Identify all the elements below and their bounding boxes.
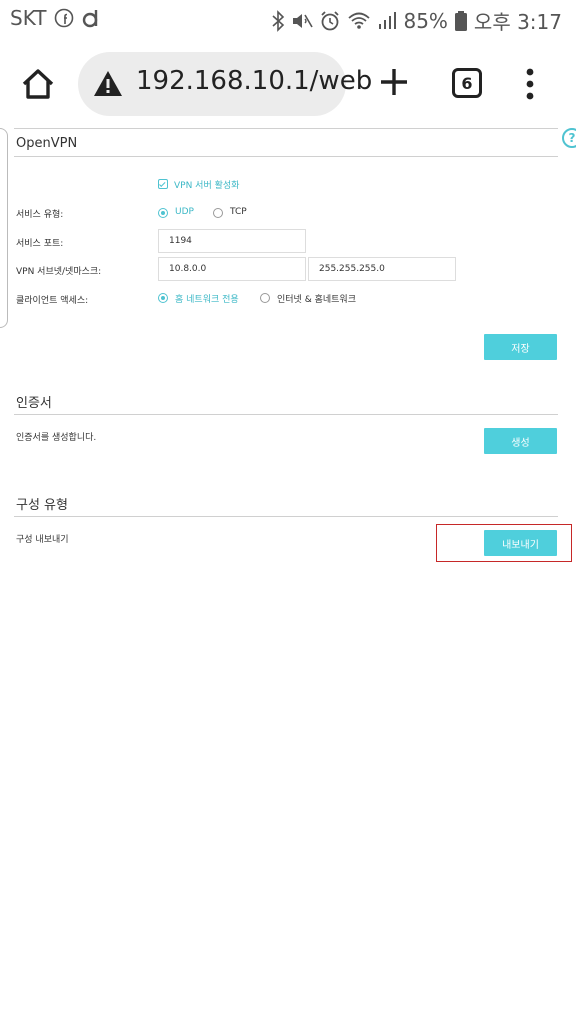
certificate-description: 인증서를 생성합니다.	[16, 433, 97, 443]
status-bar: SKT 85% 오후 3:17	[0, 0, 576, 40]
netmask-input[interactable]: 255.255.255.0	[308, 257, 456, 281]
wifi-icon	[347, 11, 371, 31]
vpn-enable-checkbox[interactable]	[158, 179, 168, 189]
check-icon	[159, 180, 166, 187]
radio-internet-home[interactable]	[260, 293, 270, 303]
page-content: ? OpenVPN VPN 서버 활성화 서비스 유형: UDP TCP 서비스…	[0, 124, 576, 1024]
radio-internet-home-label: 인터넷 & 홈네트워크	[277, 295, 356, 305]
radio-tcp-label: TCP	[230, 207, 247, 217]
warning-icon	[94, 71, 122, 96]
section-title-certificate: 인증서	[16, 396, 52, 411]
radio-tcp[interactable]	[213, 208, 223, 218]
plus-icon	[381, 69, 407, 95]
generate-button[interactable]: 생성	[484, 428, 557, 454]
save-button[interactable]: 저장	[484, 334, 557, 360]
vpn-enable-label: VPN 서버 활성화	[174, 181, 240, 191]
home-button[interactable]	[18, 64, 58, 104]
radio-udp[interactable]	[158, 208, 168, 218]
carrier-label: SKT	[10, 6, 47, 30]
radio-home-only-label: 홈 네트워크 전용	[175, 295, 239, 305]
browser-toolbar: 192.168.10.1/web 6	[0, 44, 576, 124]
battery-icon	[454, 10, 468, 32]
mute-icon	[291, 11, 314, 31]
radio-home-only[interactable]	[158, 293, 168, 303]
side-panel-edge	[0, 128, 8, 328]
service-type-label: 서비스 유형:	[16, 210, 64, 220]
battery-percent: 85%	[403, 8, 448, 33]
service-port-label: 서비스 포트:	[16, 239, 64, 249]
service-port-input[interactable]: 1194	[158, 229, 306, 253]
divider	[14, 516, 558, 517]
tab-switcher-button[interactable]: 6	[452, 68, 482, 98]
more-vert-icon	[526, 68, 534, 100]
section-title-config: 구성 유형	[16, 498, 68, 513]
menu-button[interactable]	[522, 64, 538, 104]
bluetooth-icon	[271, 9, 285, 32]
url-text: 192.168.10.1/web	[136, 66, 373, 96]
radio-udp-label: UDP	[175, 207, 194, 217]
new-tab-button[interactable]	[378, 66, 410, 98]
config-description: 구성 내보내기	[16, 535, 69, 545]
help-icon[interactable]: ?	[562, 128, 576, 148]
clock: 오후 3:17	[473, 10, 562, 34]
highlight-box	[436, 524, 572, 562]
subnet-label: VPN 서브넷/넷마스크:	[16, 267, 102, 277]
subnet-input[interactable]: 10.8.0.0	[158, 257, 306, 281]
signal-icon	[377, 11, 397, 31]
d-app-icon	[82, 7, 102, 29]
divider	[14, 156, 558, 157]
home-icon	[22, 69, 54, 99]
url-bar[interactable]: 192.168.10.1/web	[78, 52, 372, 116]
facebook-icon	[54, 8, 74, 28]
divider	[14, 128, 558, 129]
alarm-icon	[319, 10, 341, 32]
client-access-label: 클라이언트 액세스:	[16, 296, 89, 306]
section-title-openvpn: OpenVPN	[16, 136, 78, 151]
divider	[14, 414, 558, 415]
